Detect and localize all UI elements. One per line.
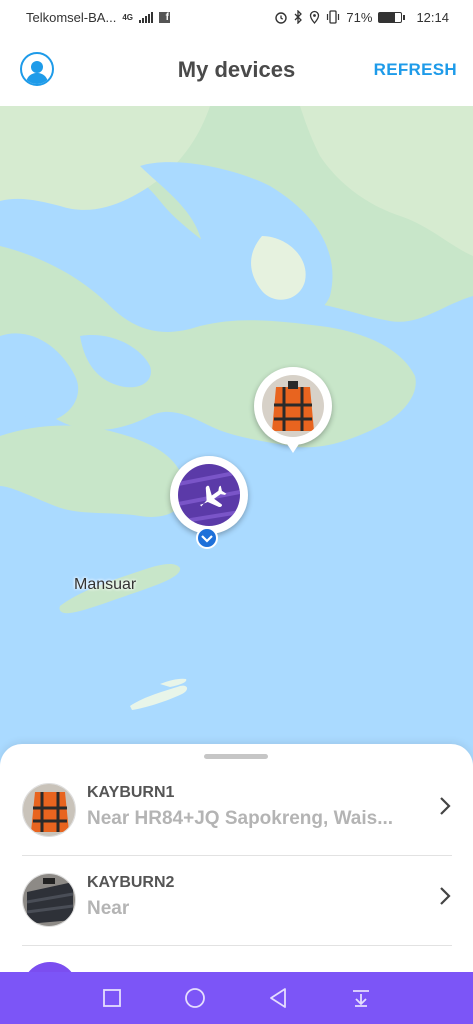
map-canvas xyxy=(0,106,473,766)
app-header: My devices REFRESH xyxy=(0,34,473,106)
signal-icon xyxy=(138,11,153,23)
map-place-label: Mansuar xyxy=(74,576,137,593)
bluetooth-icon xyxy=(294,10,303,24)
device-pin-kayburn2[interactable] xyxy=(170,456,248,542)
status-bar: Telkomsel-BA... 4G f 71% 12:14 xyxy=(0,0,473,34)
user-icon xyxy=(26,61,48,84)
clock: 12:14 xyxy=(416,9,449,25)
devices-bottom-sheet: KAYBURN1 Near HR84+JQ Sapokreng, Wais...… xyxy=(0,744,473,984)
device-thumbnail xyxy=(22,873,76,927)
page-title: My devices xyxy=(177,57,296,82)
device-row[interactable]: KAYBURN1 Near HR84+JQ Sapokreng, Wais... xyxy=(0,766,473,854)
chevron-right-icon xyxy=(440,887,451,905)
back-triangle-icon[interactable] xyxy=(266,986,290,1010)
device-thumbnail xyxy=(22,783,76,837)
device-pin-kayburn1[interactable] xyxy=(254,367,332,453)
download-icon[interactable] xyxy=(349,986,373,1010)
device-row[interactable]: KAYBURN2 Near xyxy=(0,856,473,944)
battery-percent: 71% xyxy=(346,9,373,25)
device-name: KAYBURN1 xyxy=(87,784,175,801)
network-label: 4G xyxy=(122,12,133,22)
divider xyxy=(22,945,452,946)
profile-button[interactable] xyxy=(20,52,54,86)
location-icon xyxy=(310,10,320,24)
square-icon[interactable] xyxy=(100,986,124,1010)
battery-icon xyxy=(378,11,406,23)
sheet-drag-handle[interactable] xyxy=(204,754,268,759)
backpack-thumbnail xyxy=(262,375,324,437)
circle-icon[interactable] xyxy=(183,986,207,1010)
vibrate-icon xyxy=(327,10,340,24)
device-address: Near HR84+JQ Sapokreng, Wais... xyxy=(87,808,394,829)
system-nav-bar xyxy=(0,972,473,1024)
suitcase-plane-thumbnail xyxy=(178,464,240,526)
alarm-icon xyxy=(275,12,288,24)
carrier-label: Telkomsel-BA... xyxy=(26,9,117,25)
facebook-icon: f xyxy=(158,11,170,23)
refresh-button[interactable]: REFRESH xyxy=(374,60,457,80)
device-name: KAYBURN2 xyxy=(87,874,175,891)
selected-pin-indicator xyxy=(196,527,218,549)
map-view[interactable]: Mansuar xyxy=(0,106,473,766)
chevron-down-icon xyxy=(201,535,213,543)
chevron-right-icon xyxy=(440,797,451,815)
device-address: Near xyxy=(87,898,130,919)
